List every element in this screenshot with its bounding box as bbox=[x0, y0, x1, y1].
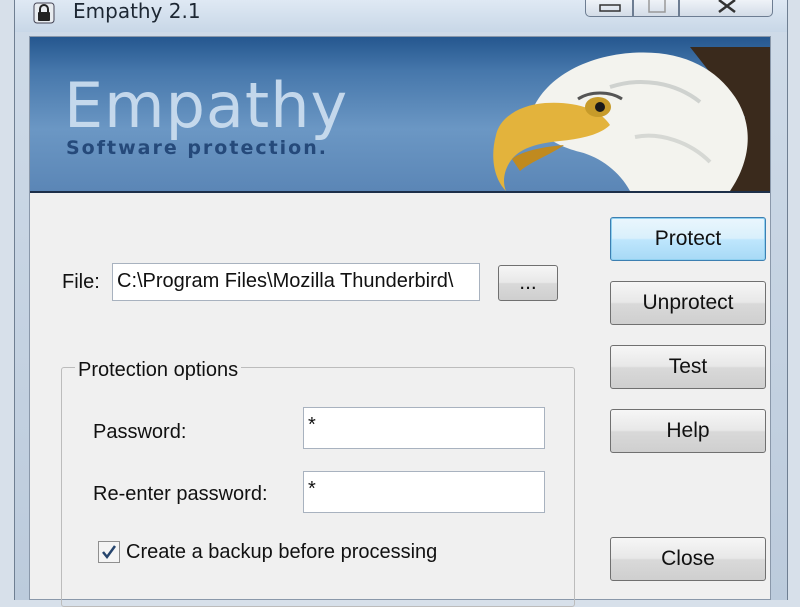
minimize-button[interactable] bbox=[585, 0, 633, 17]
minimize-icon bbox=[599, 4, 621, 12]
checkmark-icon bbox=[102, 545, 117, 560]
password-field[interactable]: * bbox=[303, 407, 545, 449]
header-banner: Empathy Software protection. bbox=[30, 37, 770, 193]
maximize-icon bbox=[648, 0, 666, 13]
help-button[interactable]: Help bbox=[610, 409, 766, 453]
dialog-client-area: Empathy Software protection. File: C:\Pr… bbox=[29, 36, 771, 607]
backup-label[interactable]: Create a backup before processing bbox=[126, 541, 437, 564]
eagle-image bbox=[493, 47, 770, 191]
maximize-button[interactable] bbox=[633, 0, 679, 17]
file-path-input[interactable]: C:\Program Files\Mozilla Thunderbird\ bbox=[112, 263, 480, 301]
password-label: Password: bbox=[93, 421, 187, 443]
browse-button[interactable]: ... bbox=[498, 265, 558, 301]
banner-brand: Empathy bbox=[64, 69, 349, 142]
title-bar[interactable]: Empathy 2.1 bbox=[15, 0, 787, 32]
backup-checkbox[interactable] bbox=[98, 541, 120, 563]
close-button[interactable]: Close bbox=[610, 537, 766, 581]
unprotect-button[interactable]: Unprotect bbox=[610, 281, 766, 325]
banner-tagline: Software protection. bbox=[66, 137, 328, 159]
reenter-password-label: Re-enter password: bbox=[93, 483, 268, 505]
test-button[interactable]: Test bbox=[610, 345, 766, 389]
lock-icon bbox=[33, 2, 55, 24]
app-window: Empathy 2.1 Empathy Software protection. bbox=[14, 0, 788, 607]
protect-button[interactable]: Protect bbox=[610, 217, 766, 261]
file-label: File: bbox=[62, 271, 100, 293]
close-icon bbox=[718, 0, 736, 13]
protection-options-title: Protection options bbox=[75, 359, 242, 382]
reenter-password-field[interactable]: * bbox=[303, 471, 545, 513]
window-title: Empathy 2.1 bbox=[73, 0, 201, 23]
close-window-button[interactable] bbox=[679, 0, 773, 17]
